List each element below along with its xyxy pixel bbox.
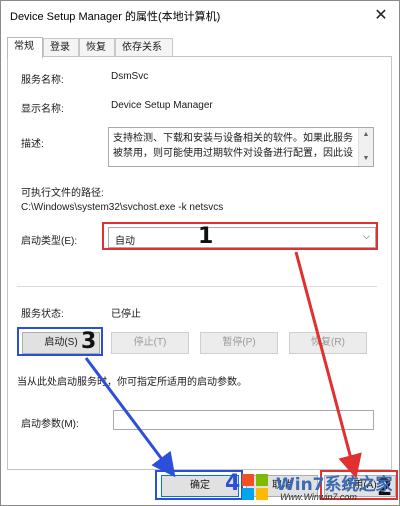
- title-bar: Device Setup Manager 的属性(本地计算机) ✕: [1, 1, 399, 31]
- close-icon[interactable]: ✕: [363, 1, 399, 31]
- description-box[interactable]: 支持检测、下载和安装与设备相关的软件。如果此服务被禁用，则可能使用过期软件对设备…: [108, 127, 374, 167]
- resume-button[interactable]: 恢复(R): [289, 332, 367, 354]
- site-watermark: Win7系统之家 Www.Winwin7.com: [240, 470, 395, 506]
- scroll-down-icon[interactable]: ▼: [359, 154, 373, 164]
- tab-dependencies[interactable]: 依存关系: [115, 38, 173, 56]
- description-scrollbar[interactable]: ▲ ▼: [358, 128, 373, 166]
- startup-type-label: 启动类型(E):: [21, 236, 78, 247]
- windows-logo-icon: [242, 474, 268, 500]
- annotation-box-startup: [102, 222, 378, 250]
- service-status-value: 已停止: [111, 309, 141, 320]
- general-panel: [7, 56, 392, 470]
- start-params-label: 启动参数(M):: [21, 419, 79, 430]
- service-status-label: 服务状态:: [21, 309, 64, 320]
- window-title: Device Setup Manager 的属性(本地计算机): [10, 11, 221, 23]
- start-params-hint: 当从此处启动服务时，你可指定所适用的启动参数。: [17, 377, 247, 388]
- stop-button[interactable]: 停止(T): [111, 332, 189, 354]
- service-name-value: DsmSvc: [111, 71, 149, 82]
- annotation-number-3: 3: [81, 329, 97, 354]
- exe-path-label: 可执行文件的路径:: [21, 188, 104, 199]
- pause-button[interactable]: 暂停(P): [200, 332, 278, 354]
- tab-recovery[interactable]: 恢复: [79, 38, 115, 56]
- description-text: 支持检测、下载和安装与设备相关的软件。如果此服务被禁用，则可能使用过期软件对设备…: [113, 133, 353, 159]
- properties-dialog: Device Setup Manager 的属性(本地计算机) ✕ 常规 登录 …: [0, 0, 400, 506]
- service-name-label: 服务名称:: [21, 75, 64, 86]
- start-params-input[interactable]: [113, 410, 374, 430]
- display-name-label: 显示名称:: [21, 104, 64, 115]
- annotation-number-1: 1: [198, 224, 214, 249]
- section-divider: [17, 286, 377, 287]
- scroll-up-icon[interactable]: ▲: [359, 130, 373, 140]
- tab-general[interactable]: 常规: [7, 37, 43, 58]
- exe-path-value: C:\Windows\system32\svchost.exe -k netsv…: [21, 202, 224, 213]
- annotation-number-4: 4: [225, 471, 241, 496]
- display-name-value: Device Setup Manager: [111, 100, 213, 111]
- tab-logon[interactable]: 登录: [43, 38, 79, 56]
- description-label: 描述:: [21, 139, 44, 150]
- watermark-url: Www.Winwin7.com: [280, 492, 357, 502]
